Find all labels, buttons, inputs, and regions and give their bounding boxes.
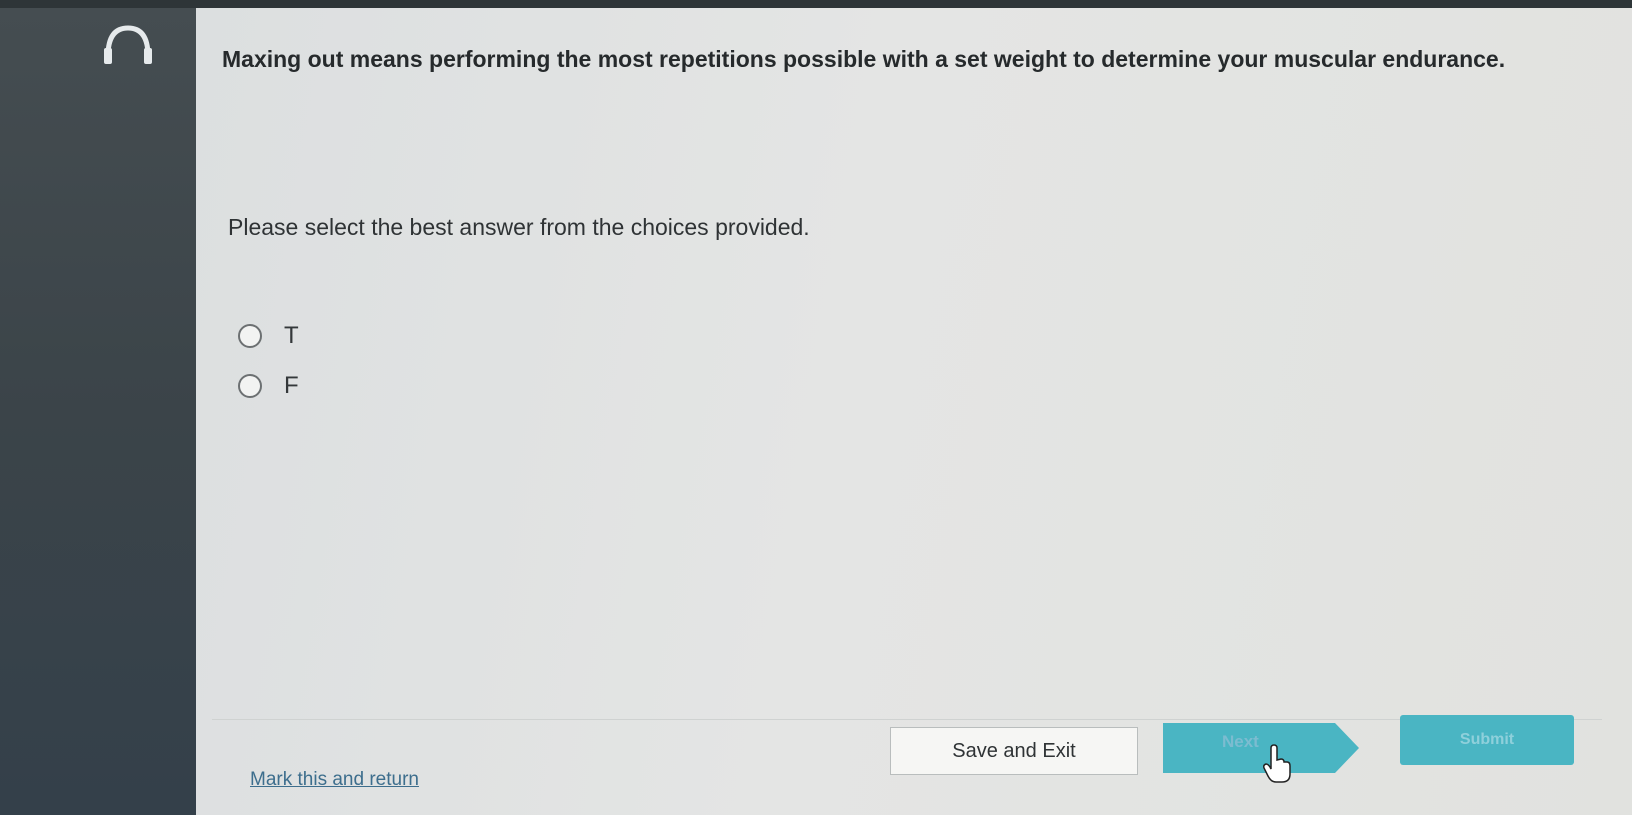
next-button-label: Next [1222,732,1259,751]
choice-label: F [284,372,299,399]
next-button[interactable] [1163,723,1359,773]
mark-and-return-link[interactable]: Mark this and return [250,769,419,791]
radio-button[interactable] [238,374,262,398]
choice-label: T [284,322,299,349]
question-text: Maxing out means performing the most rep… [222,46,1506,72]
hand-pointer-icon [1263,744,1291,783]
choice-false[interactable]: F [238,372,299,400]
question-panel [196,8,1632,815]
top-bar [0,0,1632,8]
submit-button[interactable]: Submit [1400,715,1574,765]
save-and-exit-button[interactable]: Save and Exit [890,727,1138,775]
sidebar [0,8,212,815]
headphones-icon[interactable] [98,22,158,66]
footer-divider [212,719,1602,720]
radio-button[interactable] [238,324,262,348]
instruction-text: Please select the best answer from the c… [228,214,810,240]
choice-true[interactable]: T [238,322,299,350]
